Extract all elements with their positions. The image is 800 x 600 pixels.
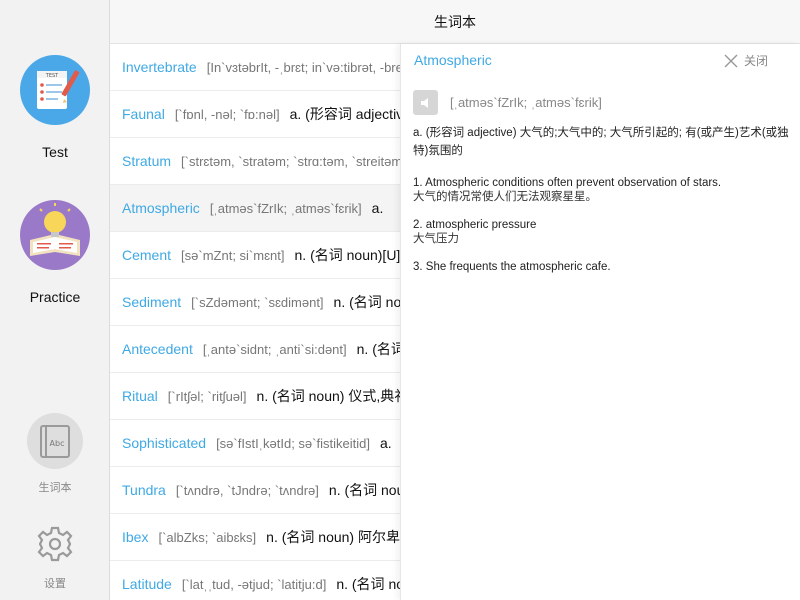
word-text: Faunal [122, 106, 165, 122]
word-phonetic: [`sZdəmənt; `sɛdimənt] [191, 295, 324, 310]
example-item: 1. Atmospheric conditions often prevent … [413, 176, 789, 204]
sidebar-item-settings[interactable]: 设置 [0, 524, 110, 591]
detail-pronunciation-row: [ˌatməs`fZrIk; ˌatməs`fɛrik] [413, 90, 602, 115]
page-title-text: 生词本 [434, 14, 476, 30]
sidebar: TEST Test Practice Abc 生词本 设置 [0, 0, 110, 600]
word-definition: n. (名词 noun) [356, 341, 400, 357]
word-phonetic: [sə`mZnt; si`mɛnt] [181, 248, 285, 263]
example-english: 2. atmospheric pressure [413, 219, 537, 231]
word-text: Sediment [122, 294, 182, 310]
word-phonetic: [`strɛtəm, `stratəm; `strɑ:təm, `streitə… [181, 154, 400, 169]
sidebar-item-practice[interactable]: Practice [0, 200, 110, 305]
word-text: Cement [122, 247, 172, 263]
detail-word-title: Atmospheric [414, 52, 492, 68]
word-row-invertebrate[interactable]: Invertebrate [In`vɜtəbrIt, -ˌbrɛt; in`və:… [110, 44, 400, 91]
word-definition: a. (形容词 adjective) [289, 106, 400, 122]
word-row-tundra[interactable]: Tundra [`tʌndrə, `tJndrə; `tʌndrə] n. (名词 … [110, 467, 400, 514]
detail-body: a. (形容词 adjective) 大气的;大气中的; 大气所引起的; 有(或… [413, 124, 789, 288]
word-text: Antecedent [122, 341, 193, 357]
word-text: Stratum [122, 153, 172, 169]
word-row-faunal[interactable]: Faunal [`fɒnl, -nəl; `fɒ:nəl] a. (形容词 adje… [110, 91, 400, 138]
detail-definition: a. (形容词 adjective) 大气的;大气中的; 大气所引起的; 有(或… [413, 127, 789, 157]
word-text: Ibex [122, 529, 149, 545]
word-phonetic: [`rItʃəl; `ritʃuəl] [167, 389, 247, 404]
word-definition: n. (名词 noun) 仪式,典礼 [256, 388, 400, 404]
word-phonetic: [`tʌndrə, `tJndrə; `tʌndrə] [175, 483, 319, 498]
word-row-ibex[interactable]: Ibex [`albZks; `aibɛks] n. (名词 noun) 阿尔卑斯山… [110, 514, 400, 561]
close-icon [724, 54, 738, 67]
svg-text:TEST: TEST [45, 73, 59, 79]
test-icon: TEST [20, 55, 90, 125]
sidebar-label-practice: Practice [29, 289, 81, 305]
page-title: 生词本 [110, 0, 800, 44]
word-detail-panel: Atmospheric 关闭 [ˌatməs`fZrIk; ˌatməs`fɛr… [400, 44, 800, 600]
word-row-cement[interactable]: Cement [sə`mZnt; si`mɛnt] n. (名词 noun)[U] [110, 232, 400, 279]
word-text: Sophisticated [122, 435, 207, 451]
practice-icon [20, 200, 90, 270]
word-row-ritual[interactable]: Ritual [`rItʃəl; `ritʃuəl] n. (名词 noun) 仪式… [110, 373, 400, 420]
sidebar-label-vocab: 生词本 [38, 482, 72, 494]
word-phonetic: [In`vɜtəbrIt, -ˌbrɛt; in`və:tibrət, -bre… [206, 60, 400, 75]
speaker-icon [420, 97, 428, 108]
sidebar-item-test[interactable]: TEST Test [0, 55, 110, 160]
word-text: Atmospheric [122, 200, 200, 216]
word-list: Invertebrate [In`vɜtəbrIt, -ˌbrɛt; in`və:… [110, 44, 400, 600]
detail-phonetic: [ˌatməs`fZrIk; ˌatməs`fɛrik] [450, 95, 602, 110]
word-definition: a. [371, 200, 384, 216]
word-row-sophisticated[interactable]: Sophisticated [sə`fIstIˌkətId; sə`fistike… [110, 420, 400, 467]
word-text: Latitude [122, 576, 172, 592]
speaker-button[interactable] [413, 90, 438, 115]
example-chinese: 大气的情况常使人们无法观察星星。 [413, 191, 597, 203]
example-english: 3. She frequents the atmospheric cafe. [413, 261, 611, 273]
vocab-book-icon: Abc [27, 413, 83, 469]
gear-icon [35, 524, 75, 564]
example-item: 3. She frequents the atmospheric cafe. [413, 260, 789, 274]
sidebar-item-vocab[interactable]: Abc 生词本 [0, 413, 110, 495]
svg-text:Abc: Abc [50, 439, 65, 448]
word-phonetic: [ˌatməs`fZrIk; ˌatməs`fɛrik] [209, 201, 362, 216]
example-chinese: 大气压力 [413, 233, 459, 245]
word-phonetic: [`albZks; `aibɛks] [158, 530, 257, 545]
close-button[interactable]: 关闭 [724, 52, 768, 69]
word-definition: n. (名词 noun) [328, 482, 400, 498]
close-label: 关闭 [743, 54, 768, 68]
word-definition: n. (名词 noun) [336, 576, 400, 592]
sidebar-label-test: Test [42, 144, 68, 160]
word-row-latitude[interactable]: Latitude [`latˌˌtud, -ətjud; `latitju:d] n… [110, 561, 400, 600]
word-phonetic: [ˌantə`sidnt; ˌanti`si:dənt] [202, 342, 347, 357]
word-definition: n. (名词 noun) 阿尔卑斯山羊 [266, 529, 400, 545]
word-phonetic: [sə`fIstIˌkətId; sə`fistikeitid] [216, 436, 370, 451]
word-definition: n. (名词 noun) [333, 294, 400, 310]
word-text: Invertebrate [122, 59, 197, 75]
word-row-atmospheric[interactable]: Atmospheric [ˌatməs`fZrIk; ˌatməs`fɛrik] a… [110, 185, 400, 232]
word-text: Tundra [122, 482, 166, 498]
word-definition: a. [379, 435, 392, 451]
word-phonetic: [`latˌˌtud, -ətjud; `latitju:d] [181, 577, 327, 592]
word-row-sediment[interactable]: Sediment [`sZdəmənt; `sɛdimənt] n. (名词 nou… [110, 279, 400, 326]
sidebar-label-settings: 设置 [44, 578, 66, 590]
word-phonetic: [`fɒnl, -nəl; `fɒ:nəl] [174, 107, 280, 122]
example-english: 1. Atmospheric conditions often prevent … [413, 177, 722, 189]
word-text: Ritual [122, 388, 158, 404]
word-row-stratum[interactable]: Stratum [`strɛtəm, `stratəm; `strɑ:təm, `… [110, 138, 400, 185]
word-row-antecedent[interactable]: Antecedent [ˌantə`sidnt; ˌanti`si:dənt] n.… [110, 326, 400, 373]
example-item: 2. atmospheric pressure 大气压力 [413, 218, 789, 246]
word-definition: n. (名词 noun)[U] [294, 247, 401, 263]
